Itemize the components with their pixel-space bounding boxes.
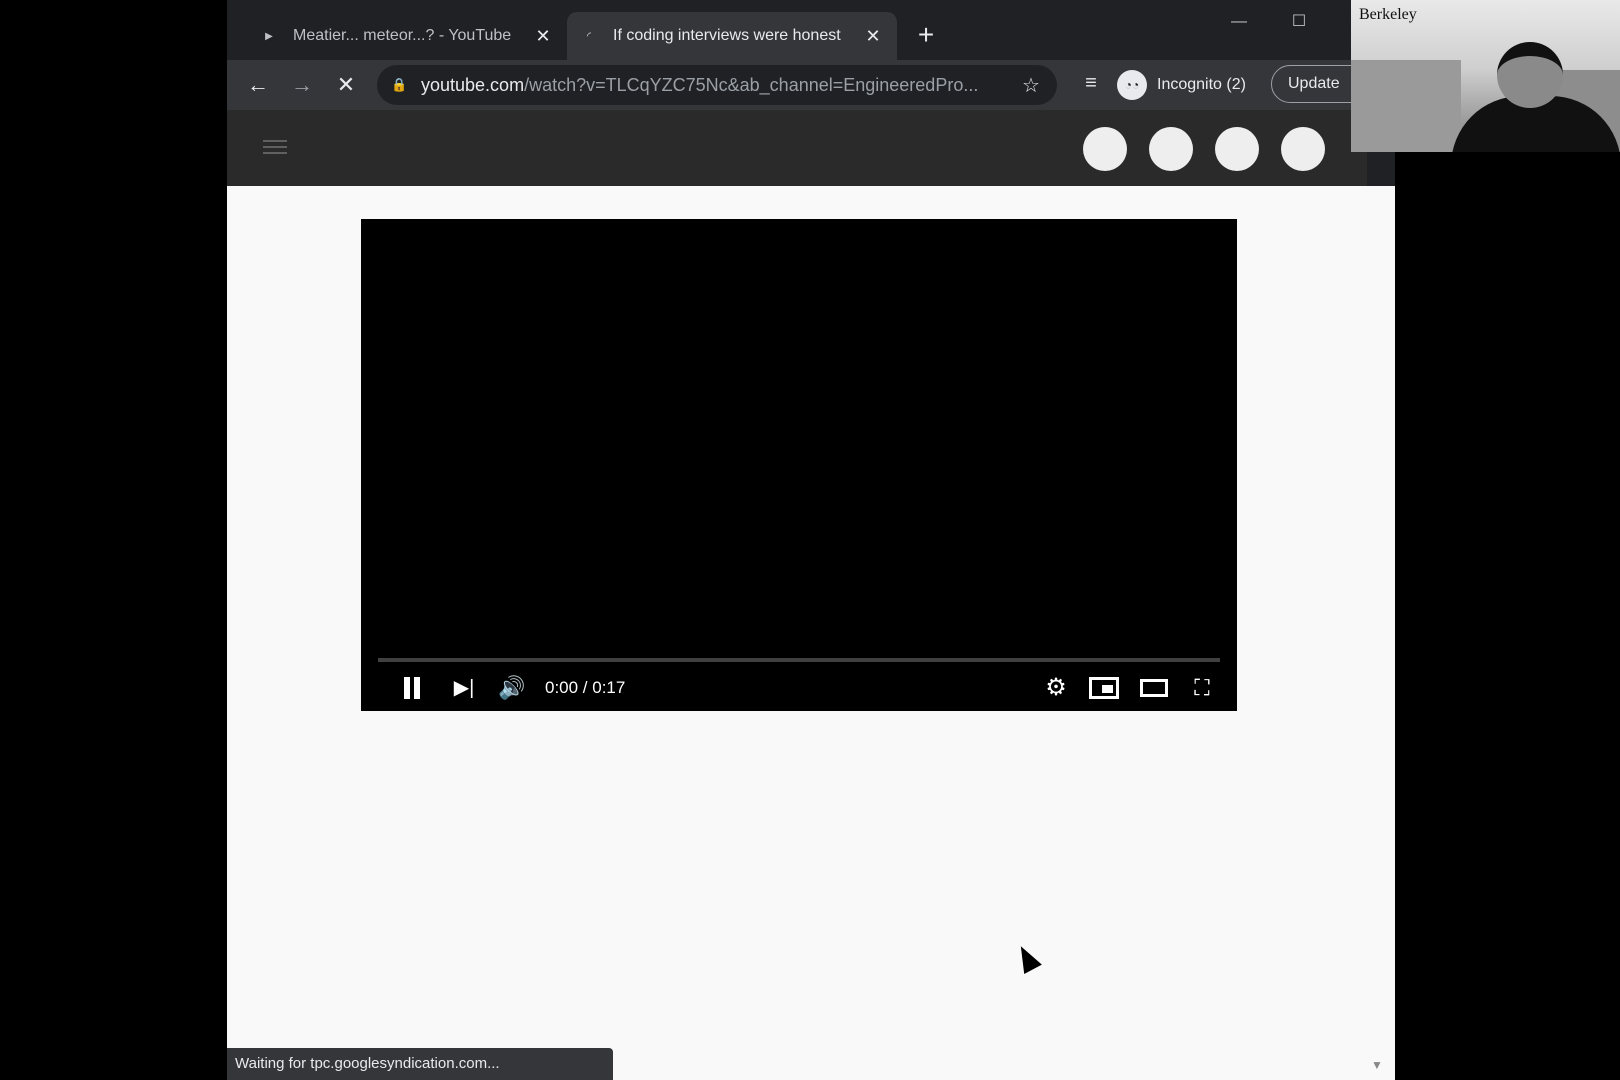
maximize-icon[interactable]: ☐ [1277, 8, 1321, 36]
url-host: youtube.com [421, 74, 525, 95]
fullscreen-icon[interactable]: ⛶ [1185, 670, 1219, 706]
url-text[interactable]: youtube.com/watch?v=TLCqYZC75Nc&ab_chann… [421, 75, 1019, 96]
url-path: /watch?v=TLCqYZC75Nc&ab_channel=Engineer… [524, 74, 979, 95]
tab-coding-interviews[interactable]: ◜ If coding interviews were honest ✕ [567, 12, 897, 60]
back-button[interactable]: ← [241, 68, 275, 102]
page-content: ▶| 🔊 0:00 / 0:17 ⚙ ⛶ [227, 186, 1395, 1080]
person-head [1497, 42, 1563, 108]
stop-loading-button[interactable]: ✕ [329, 68, 363, 102]
hamburger-menu-icon[interactable] [263, 136, 287, 160]
browser-window: ▶ Meatier... meteor...? - YouTube ✕ ◜ If… [227, 0, 1395, 1080]
new-tab-button[interactable]: + [909, 18, 943, 52]
webcam-background-logo: Berkeley [1359, 6, 1417, 23]
placeholder-circle [1149, 127, 1193, 171]
tab-close-icon[interactable]: ✕ [533, 26, 553, 47]
address-bar[interactable]: 🔒 youtube.com/watch?v=TLCqYZC75Nc&ab_cha… [377, 65, 1057, 105]
incognito-label: Incognito (2) [1157, 76, 1246, 93]
video-player[interactable]: ▶| 🔊 0:00 / 0:17 ⚙ ⛶ [361, 219, 1237, 711]
browser-toolbar: ← → ✕ 🔒 youtube.com/watch?v=TLCqYZC75Nc&… [227, 60, 1395, 110]
reading-list-icon[interactable]: ≡ [1077, 72, 1105, 100]
status-bubble: Waiting for tpc.googlesyndication.com... [227, 1048, 613, 1080]
tab-close-icon[interactable]: ✕ [863, 26, 883, 47]
tab-strip: ▶ Meatier... meteor...? - YouTube ✕ ◜ If… [227, 0, 1395, 60]
background-building [1351, 60, 1461, 152]
tab-title: Meatier... meteor...? - YouTube [293, 27, 512, 44]
progress-bar[interactable] [378, 658, 1220, 662]
incognito-icon: ◔◔ [1117, 70, 1147, 100]
volume-icon[interactable]: 🔊 [495, 670, 529, 706]
settings-gear-icon[interactable]: ⚙ [1041, 670, 1071, 706]
theater-mode-icon[interactable] [1137, 670, 1171, 706]
webcam-overlay: Berkeley [1351, 0, 1620, 152]
placeholder-circle [1215, 127, 1259, 171]
miniplayer-icon[interactable] [1087, 670, 1121, 706]
tab-title: If coding interviews were honest [613, 27, 841, 44]
time-display: 0:00 / 0:17 [545, 678, 626, 697]
placeholder-circle [1281, 127, 1325, 171]
play-icon: ▶ [265, 30, 273, 42]
placeholder-circle [1083, 127, 1127, 171]
minimize-icon[interactable]: — [1217, 8, 1261, 36]
lock-icon[interactable]: 🔒 [391, 77, 407, 93]
tab-meatier-meteor[interactable]: ▶ Meatier... meteor...? - YouTube ✕ [247, 12, 567, 60]
loading-icon: ◜ [587, 30, 591, 42]
forward-button[interactable]: → [285, 68, 319, 102]
incognito-profile-button[interactable]: ◔◔ Incognito (2) [1117, 68, 1246, 102]
bookmark-star-icon[interactable]: ☆ [1019, 73, 1043, 98]
scroll-down-arrow-icon[interactable]: ▼ [1371, 1058, 1383, 1072]
pause-button[interactable] [397, 670, 427, 706]
youtube-header-skeleton [227, 110, 1367, 186]
next-button[interactable]: ▶| [449, 670, 479, 706]
